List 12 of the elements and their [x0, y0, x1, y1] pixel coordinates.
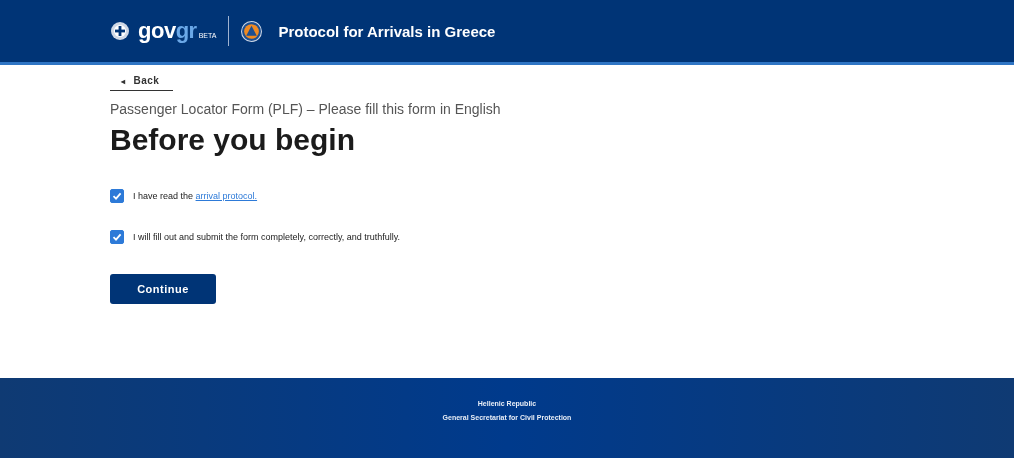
protocol-link[interactable]: arrival protocol.	[195, 191, 258, 201]
page-heading: Before you begin	[110, 123, 356, 157]
triangle-emblem-icon	[241, 20, 263, 42]
app-title: Protocol for Arrivals in Greece	[278, 22, 496, 40]
emblem-icon	[110, 21, 130, 41]
checkbox-label: I will fill out and submit the form completely, correctly, and truthfully.	[133, 232, 401, 242]
continue-button[interactable]: Continue	[110, 274, 216, 304]
checkbox[interactable]	[110, 230, 124, 244]
checkbox[interactable]	[110, 189, 124, 203]
back-link[interactable]: ◂ Back	[110, 75, 174, 91]
form-subtitle: Passenger Locator Form (PLF) – Please fill this form in English	[110, 101, 501, 117]
checkbox-label: I have read the arrival protocol.	[133, 191, 258, 201]
